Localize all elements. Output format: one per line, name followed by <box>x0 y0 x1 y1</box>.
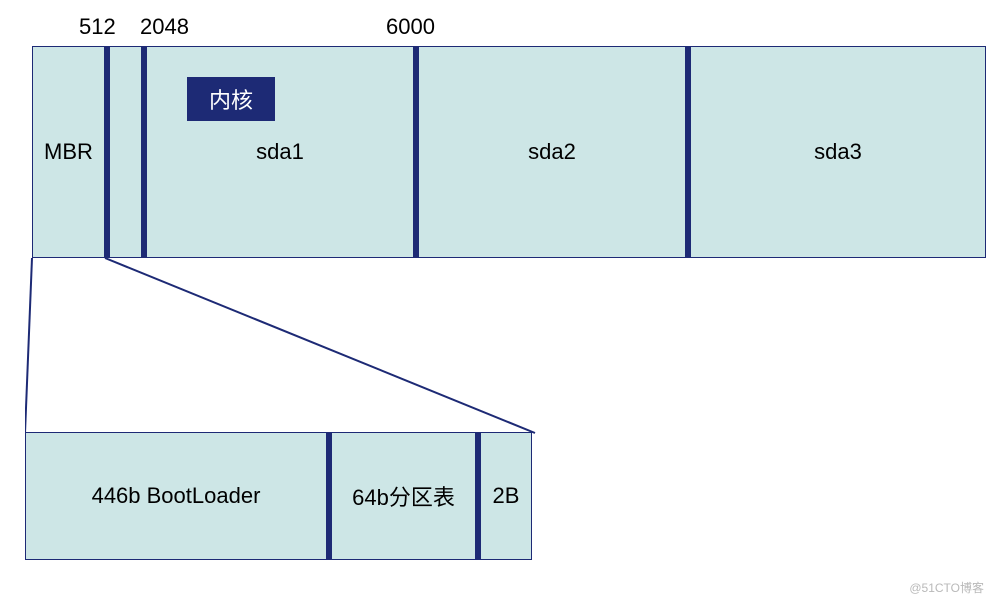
mbr-part-label: 446b BootLoader <box>92 483 261 509</box>
mbr-partition-table: 64b分区表 <box>331 432 476 560</box>
tick-6000: 6000 <box>386 14 435 40</box>
disk-block-sda1: 内核 sda1 <box>146 46 414 258</box>
zoom-connector <box>25 258 585 443</box>
tick-512: 512 <box>79 14 116 40</box>
mbr-part-label: 2B <box>493 483 520 509</box>
disk-layout-row: MBR 内核 sda1 sda2 sda3 <box>32 46 986 258</box>
mbr-detail-row: 446b BootLoader 64b分区表 2B <box>25 432 532 560</box>
tick-2048: 2048 <box>140 14 189 40</box>
disk-block-sda2: sda2 <box>418 46 686 258</box>
disk-block-label: sda3 <box>814 139 862 165</box>
kernel-badge: 内核 <box>187 77 275 121</box>
mbr-part-label: 64b分区表 <box>352 480 455 512</box>
disk-block-gap <box>109 46 142 258</box>
disk-block-label: sda1 <box>256 139 304 165</box>
mbr-signature: 2B <box>480 432 532 560</box>
watermark: @51CTO博客 <box>909 579 984 596</box>
disk-block-mbr: MBR <box>32 46 105 258</box>
mbr-bootloader: 446b BootLoader <box>25 432 327 560</box>
disk-block-label: sda2 <box>528 139 576 165</box>
disk-block-label: MBR <box>44 139 93 165</box>
disk-block-sda3: sda3 <box>690 46 986 258</box>
